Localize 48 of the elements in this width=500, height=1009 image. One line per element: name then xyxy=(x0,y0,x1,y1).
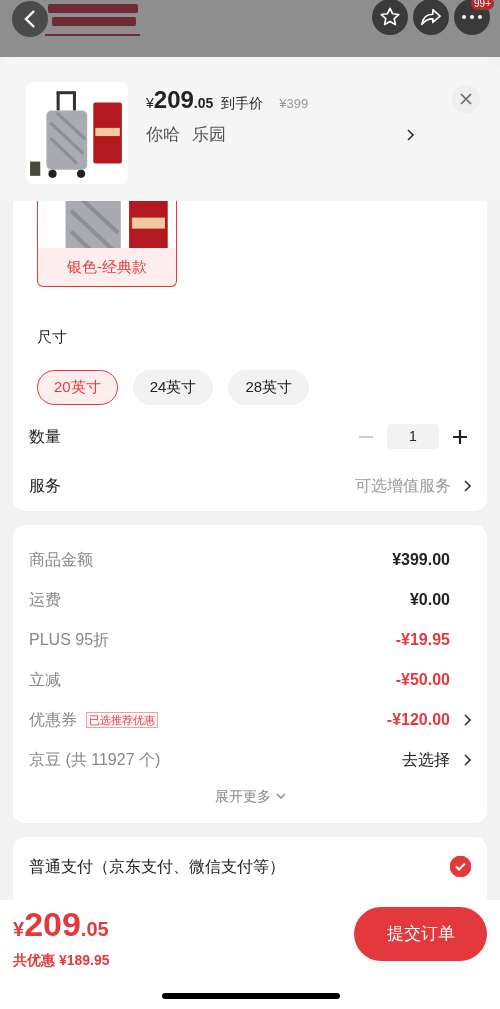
minus-icon xyxy=(359,435,373,438)
original-price: ¥399 xyxy=(279,95,309,113)
back-button[interactable] xyxy=(12,1,48,37)
notification-badge: 99+ xyxy=(471,0,494,10)
total-price: ¥209.05 xyxy=(13,905,110,945)
price-row-label: 京豆 (共 11927 个) xyxy=(29,749,161,770)
price-row-label: 商品金额 xyxy=(29,549,93,570)
price-row-value: ¥0.00 xyxy=(409,589,450,610)
price-row-value: -¥50.00 xyxy=(395,669,450,690)
expand-more-button[interactable]: 展开更多 xyxy=(214,785,286,807)
price-row-label: 运费 xyxy=(29,589,61,610)
more-icon xyxy=(462,15,482,19)
price-row-label: PLUS 95折 xyxy=(29,629,110,650)
more-button[interactable] xyxy=(454,0,490,35)
payment-option[interactable]: 普通支付（京东支付、微信支付等） xyxy=(29,854,285,879)
price-row-label: 立减 xyxy=(29,669,61,690)
share-icon xyxy=(420,7,442,27)
color-option[interactable]: 银色-经典款 xyxy=(37,201,177,287)
section-title: 尺寸 xyxy=(37,327,68,347)
size-option[interactable]: 28英寸 xyxy=(228,369,310,405)
address-link[interactable]: 你哈 乐园 xyxy=(146,122,434,148)
price-label: 到手价 xyxy=(221,94,264,113)
price-row-label: 优惠券 xyxy=(29,709,77,730)
chevron-right-icon xyxy=(406,128,414,141)
close-icon xyxy=(460,93,472,105)
chevron-right-icon xyxy=(463,479,471,492)
coupon-tag: 已选推荐优惠 xyxy=(86,711,158,728)
size-option[interactable]: 20英寸 xyxy=(37,369,118,405)
current-price: ¥209.05 xyxy=(146,85,214,115)
back-icon xyxy=(24,10,36,28)
quantity-field[interactable]: 1 xyxy=(387,424,439,449)
quantity-label: 数量 xyxy=(29,426,61,447)
chevron-right-icon xyxy=(463,713,471,726)
size-option[interactable]: 24英寸 xyxy=(132,369,214,405)
price-row-link[interactable]: -¥120.00 xyxy=(386,707,471,732)
price-row-value: -¥19.95 xyxy=(395,629,450,650)
total-savings: 共优惠 ¥189.95 xyxy=(13,951,110,970)
price-row-link[interactable]: 去选择 xyxy=(402,747,471,772)
chevron-down-icon xyxy=(275,793,286,799)
favorite-button[interactable] xyxy=(372,0,408,35)
plus-icon xyxy=(453,429,467,444)
price-row-value: ¥399.00 xyxy=(392,549,450,570)
star-icon xyxy=(379,6,401,28)
submit-order-button[interactable]: 提交订单 xyxy=(354,907,487,961)
chevron-right-icon xyxy=(463,753,471,766)
close-button[interactable] xyxy=(452,85,480,113)
service-label: 服务 xyxy=(29,475,61,496)
share-button[interactable] xyxy=(413,0,449,35)
